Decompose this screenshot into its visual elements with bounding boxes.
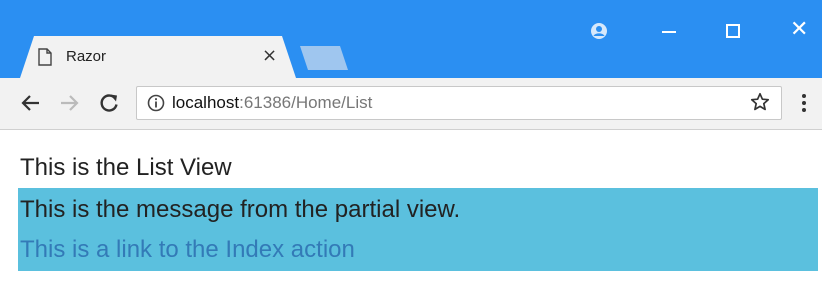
page-icon: [38, 48, 52, 66]
partial-view-message: This is the message from the partial vie…: [20, 196, 461, 223]
window-close-icon[interactable]: ✕: [790, 16, 808, 44]
back-arrow-icon[interactable]: [20, 92, 42, 114]
url-path: :61386/Home/List: [239, 93, 373, 112]
address-url[interactable]: localhost:61386/Home/List: [172, 93, 372, 113]
browser-tab-razor[interactable]: [20, 36, 296, 78]
maximize-icon[interactable]: [726, 24, 740, 38]
user-profile-icon[interactable]: [590, 22, 608, 40]
index-action-link[interactable]: This is a link to the Index action: [20, 236, 355, 264]
info-icon[interactable]: [147, 94, 165, 112]
page-heading: This is the List View: [20, 154, 232, 181]
minimize-icon[interactable]: [662, 31, 676, 33]
reload-icon[interactable]: [98, 92, 120, 114]
menu-kebab-icon[interactable]: [800, 92, 808, 114]
tab-title: Razor: [66, 48, 107, 65]
url-host: localhost: [172, 93, 240, 112]
new-tab-button[interactable]: [300, 46, 348, 70]
bookmark-star-icon[interactable]: [750, 92, 770, 112]
forward-arrow-icon[interactable]: [58, 92, 80, 114]
tab-close-icon[interactable]: ×: [262, 46, 277, 66]
